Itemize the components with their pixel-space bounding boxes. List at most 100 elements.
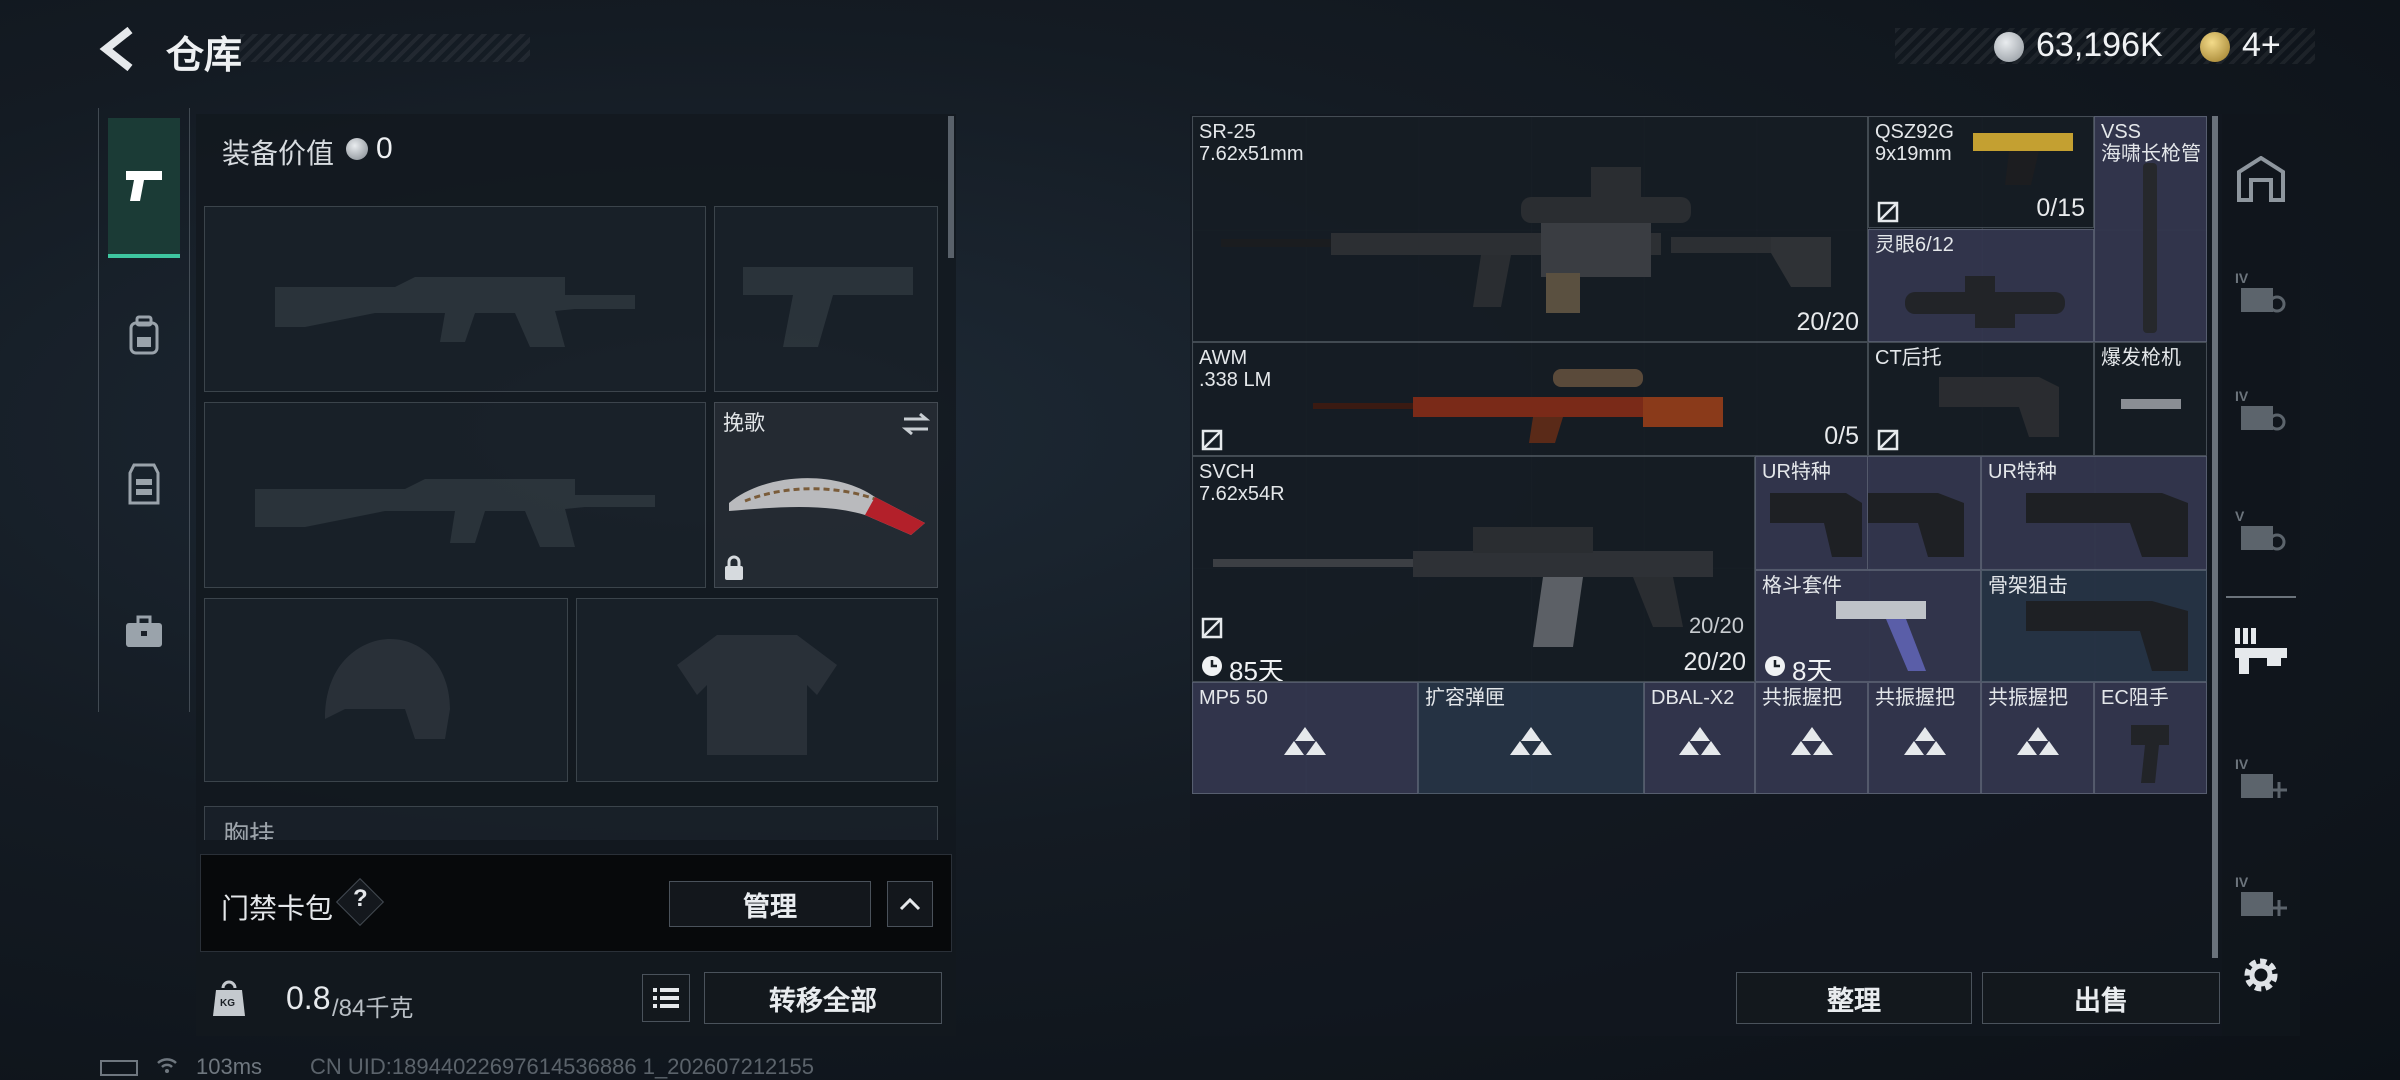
tab-storage-iv-3[interactable]: IV [2230,748,2292,810]
slot-melee[interactable]: 挽歌 [714,402,938,588]
karambit-knife-icon [729,478,925,535]
no-insure-icon [1877,429,1899,451]
item-mp5-mag[interactable]: MP5 50 [1192,682,1418,794]
item-resonance-grip-3[interactable]: 共振握把 [1981,682,2094,794]
item-svch[interactable]: SVCH 7.62x54R 20/20 85天 20/20 [1192,456,1755,682]
item-ur-stock-1-ext[interactable] [1868,456,1981,570]
chevron-up-icon [899,897,921,911]
briefcase-icon [126,615,162,647]
tier-triangles-icon [1903,727,1946,755]
item-sr25[interactable]: SR-25 7.62x51mm 20/20 [1192,116,1868,342]
slot-helmet[interactable] [204,598,568,782]
list-view-button[interactable] [642,974,690,1022]
item-grip-kit[interactable]: 格斗套件 8天 [1755,570,1981,682]
sell-button[interactable]: 出售 [1982,972,2220,1024]
item-qsz92g[interactable]: QSZ92G 9x19mm 0/15 [1868,116,2094,228]
sort-button[interactable]: 整理 [1736,972,1972,1024]
helmet-silhouette-icon [325,639,450,739]
item-ct-stock[interactable]: CT后托 [1868,342,2094,456]
backpack-icon [129,315,159,355]
clock-icon [1765,656,1785,676]
weight-icon-label: KG [220,998,235,1009]
wifi-icon [156,1056,178,1074]
item-name: EC阻手 [2101,687,2169,709]
item-ur-stock-2[interactable]: UR特种 [1981,456,2207,570]
equip-value: 0 [376,132,393,165]
card-pack-bar: 门禁卡包 ? 管理 [200,854,952,952]
item-name: CT后托 [1875,347,1942,369]
item-name: UR特种 [1762,461,1831,483]
transfer-all-button[interactable]: 转移全部 [704,972,942,1024]
item-ec-grip[interactable]: EC阻手 [2094,682,2207,794]
item-name: AWM .338 LM [1199,347,1272,391]
item-count: 0/15 [2036,194,2085,222]
pistol-icon [126,171,162,201]
item-timer: 85天 [1229,656,1284,682]
gold-pistol-icon [1973,133,2073,185]
grip-kit-icon [1836,601,1926,671]
stock-icon [1868,493,1964,557]
svch-rifle-icon [1213,527,1713,647]
slot-primary-weapon-2[interactable] [204,402,706,588]
manage-button[interactable]: 管理 [669,881,871,927]
item-name: MP5 50 [1199,687,1268,709]
item-resonance-grip-2[interactable]: 共振握把 [1868,682,1981,794]
item-ur-stock-1[interactable]: UR特种 [1755,456,1868,570]
panel-scrollbar[interactable] [948,116,954,258]
item-name: UR特种 [1988,461,2057,483]
collapse-button[interactable] [887,881,933,927]
chest-rig-label: 胸挂 [223,820,276,840]
tab-case[interactable] [108,596,180,668]
item-awm[interactable]: AWM .338 LM 0/5 [1192,342,1868,456]
tier-triangles-icon [1790,727,1833,755]
slot-body-armor[interactable] [576,598,938,782]
title-underline [240,34,530,62]
clock-icon [1202,656,1222,676]
swap-icon[interactable] [901,411,931,437]
no-insure-icon [1201,617,1223,639]
slot-chest-rig[interactable]: 胸挂 [204,806,938,840]
weight-max: /84千克 [332,995,414,1022]
gear-icon [2244,958,2278,992]
tab-weapons[interactable] [108,118,180,258]
settings-button[interactable] [2236,950,2286,1000]
card-pack-help-icon: ? [353,885,368,912]
tier-triangles-icon [2016,727,2059,755]
item-ammo-secondary: 20/20 [1688,613,1744,638]
storage-scrollbar[interactable] [2212,116,2218,958]
item-skeleton-stock[interactable]: 骨架狙击 [1981,570,2207,682]
item-resonance-grip-1[interactable]: 共振握把 [1755,682,1868,794]
item-burst-bolt[interactable]: 爆发枪机 [2094,342,2207,456]
item-name: 灵眼6/12 [1875,234,1954,256]
tab-weapon-storage[interactable] [2230,620,2292,682]
item-count: 20/20 [1796,308,1859,336]
slot-primary-weapon-1[interactable] [204,206,706,392]
stock-icon [1770,493,1862,557]
stock-icon [2026,601,2188,671]
lock-icon [725,555,743,580]
crate-plus-icon [2241,892,2287,916]
item-name: DBAL-X2 [1651,687,1735,709]
tab-storage-v[interactable]: V [2230,500,2292,562]
pistol-silhouette-icon [743,267,913,347]
weight-icon: KG [212,978,246,1018]
tab-storage-iv-1[interactable]: IV [2230,262,2292,324]
tab-backpack[interactable] [108,300,180,372]
item-extended-mag[interactable]: 扩容弹匣 [1418,682,1644,794]
tab-all-storage[interactable] [2230,148,2292,210]
scope-icon [1905,276,2065,328]
sniper-rifle-icon [1221,167,1831,313]
tab-vest[interactable] [108,448,180,520]
tab-storage-iv-4[interactable]: IV [2230,866,2292,928]
back-arrow-icon [99,26,133,72]
item-timer: 8天 [1792,656,1833,682]
item-dbal-x2[interactable]: DBAL-X2 [1644,682,1755,794]
item-scope[interactable]: 灵眼6/12 [1868,229,2094,342]
tier-triangles-icon [1510,727,1552,755]
back-button[interactable] [96,24,142,74]
tab-storage-iv-2[interactable]: IV [2230,380,2292,442]
item-vss-barrel[interactable]: VSS 海啸长枪管 [2094,116,2207,342]
slot-pistol[interactable] [714,206,938,392]
tier-triangles-icon [1284,727,1326,755]
no-insure-icon [1877,201,1899,223]
